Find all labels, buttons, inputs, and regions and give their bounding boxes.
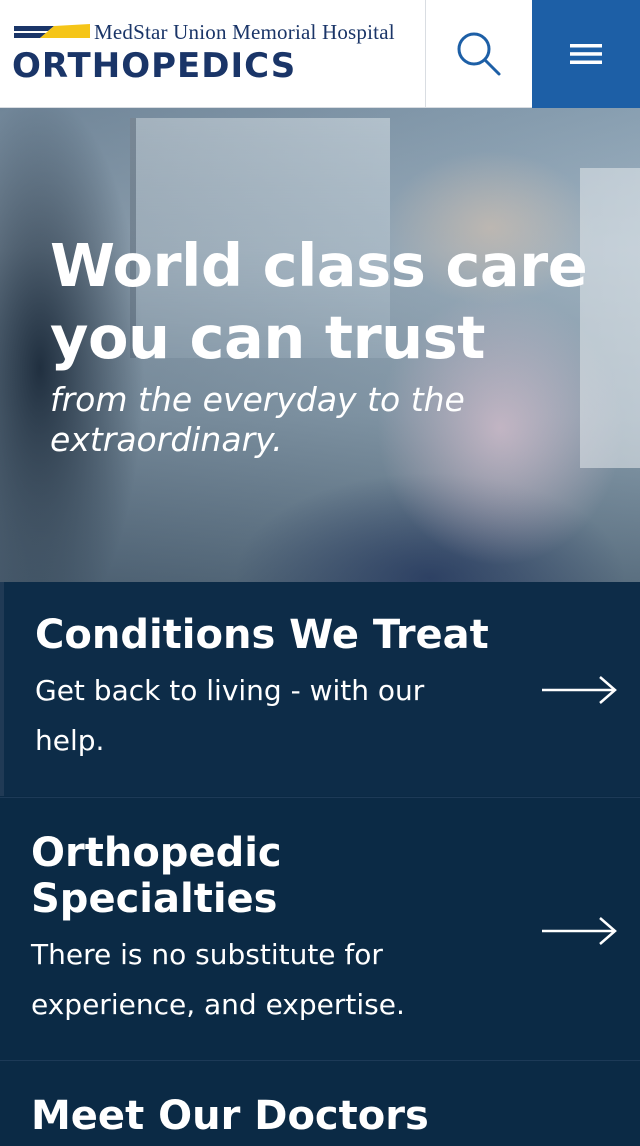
department-title: ORTHOPEDICS (12, 46, 297, 86)
card-description: There is no substitute for experience, a… (31, 938, 405, 1021)
medstar-logo-mark-icon (14, 24, 90, 38)
search-icon (457, 32, 501, 76)
meet-our-doctors-card[interactable]: Meet Our Doctors (0, 1060, 640, 1146)
card-description: Get back to living - with our help. (35, 674, 425, 757)
hospital-name: MedStar Union Memorial Hospital (94, 20, 395, 44)
hamburger-menu-icon (570, 44, 602, 64)
hero-title: World class care you can trust (50, 231, 588, 372)
medstar-logo[interactable]: MedStar Union Memorial Hospital ORTHOPED… (12, 18, 422, 90)
arrow-right-icon[interactable] (542, 675, 618, 705)
arrow-right-icon[interactable] (542, 916, 618, 946)
card-title: Conditions We Treat (35, 612, 489, 658)
card-title: Meet Our Doctors (31, 1093, 429, 1139)
conditions-we-treat-card[interactable]: Conditions We Treat Get back to living -… (0, 582, 640, 796)
hero-banner: World class care you can trust from the … (0, 108, 640, 582)
search-button[interactable] (425, 0, 532, 108)
hero-subtitle: from the everyday to the extraordinary. (50, 380, 465, 459)
card-title: Orthopedic Specialties (31, 830, 282, 922)
menu-button[interactable] (532, 0, 640, 108)
orthopedic-specialties-card[interactable]: Orthopedic Specialties There is no subst… (0, 797, 640, 1059)
site-header: MedStar Union Memorial Hospital ORTHOPED… (0, 0, 640, 108)
